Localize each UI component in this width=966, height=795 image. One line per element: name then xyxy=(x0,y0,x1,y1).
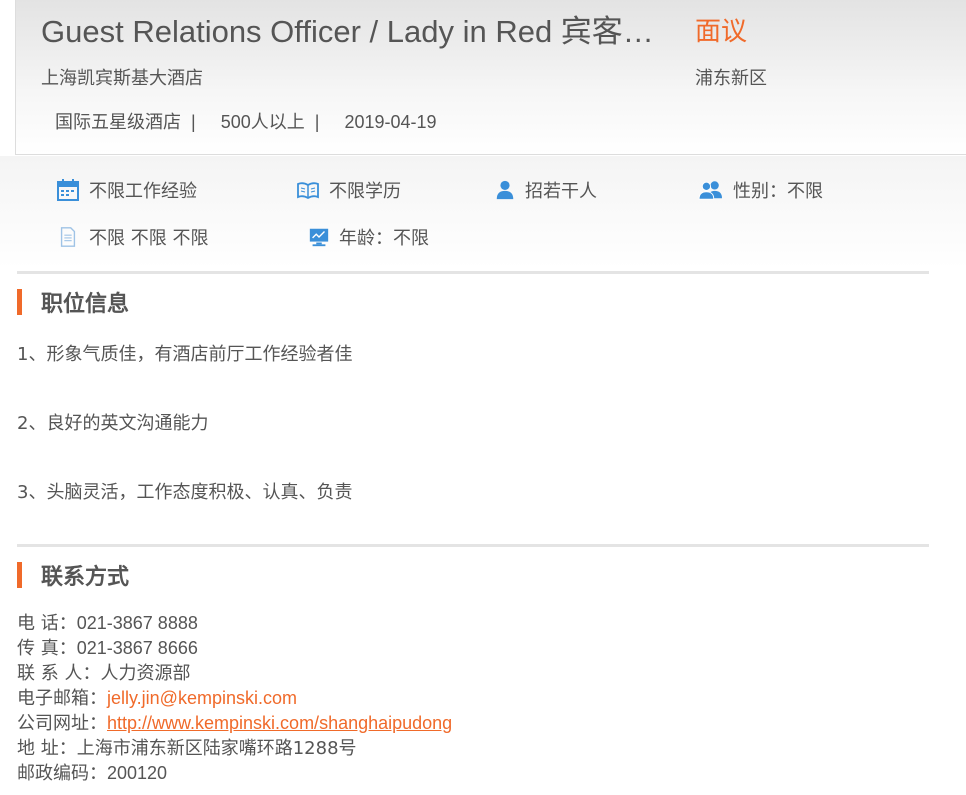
divider xyxy=(17,271,929,274)
contact-website: 公司网址：http://www.kempinski.com/shanghaipu… xyxy=(17,711,452,736)
company-name[interactable]: 上海凯宾斯基大酒店 xyxy=(41,64,203,90)
duty-item: 3、头脑灵活，工作态度积极、认真、负责 xyxy=(17,482,353,503)
company-type: 国际五星级酒店 xyxy=(55,112,181,132)
divider xyxy=(17,544,929,547)
meta-separator: | xyxy=(314,112,320,132)
contact-postcode: 邮政编码：200120 xyxy=(17,761,167,786)
fax-label: 传 真： xyxy=(17,638,77,659)
req-age: 年龄：不限 xyxy=(308,224,429,250)
phone-value: 021-3867 8888 xyxy=(76,613,198,633)
job-title: Guest Relations Officer / Lady in Red 宾客… xyxy=(41,14,661,49)
section-job-info: 职位信息 xyxy=(17,288,130,317)
duty-item: 2、良好的英文沟通能力 xyxy=(17,413,209,434)
website-link[interactable]: http://www.kempinski.com/shanghaipudong xyxy=(107,713,452,733)
calendar-icon xyxy=(57,179,79,201)
req-headcount-label: 招若干人 xyxy=(525,181,597,202)
section-contact: 联系方式 xyxy=(17,561,130,590)
post-date: 2019-04-19 xyxy=(344,112,437,132)
job-location: 浦东新区 xyxy=(695,68,767,89)
req-experience: 不限工作经验 xyxy=(56,177,197,203)
contact-address: 地 址：上海市浦东新区陆家嘴环路1288号 xyxy=(17,736,357,761)
person-label: 联 系 人： xyxy=(17,663,101,684)
book-icon xyxy=(297,182,319,200)
req-experience-label: 不限工作经验 xyxy=(89,181,197,202)
fax-value: 021-3867 8666 xyxy=(76,638,198,658)
email-label: 电子邮箱： xyxy=(17,688,107,709)
contact-phone: 电 话：021-3867 8888 xyxy=(17,611,198,636)
postcode-label: 邮政编码： xyxy=(17,763,107,784)
contact-person: 联 系 人：人力资源部 xyxy=(17,661,190,686)
person-value: 人力资源部 xyxy=(100,663,191,684)
duty-item: 1、形象气质佳，有酒店前厅工作经验者佳 xyxy=(17,344,353,365)
section-accent-bar xyxy=(17,289,22,315)
meta-separator: | xyxy=(191,112,196,132)
section-job-info-title: 职位信息 xyxy=(41,292,130,317)
section-accent-bar xyxy=(17,562,22,588)
phone-label: 电 话： xyxy=(17,613,77,634)
monitor-chart-icon xyxy=(309,228,329,247)
company-size: 500人以上 xyxy=(220,112,305,132)
address-value: 上海市浦东新区陆家嘴环路1288号 xyxy=(76,738,357,759)
document-icon xyxy=(60,227,76,247)
req-other: 不限 不限 不限 xyxy=(58,224,208,250)
section-contact-title: 联系方式 xyxy=(41,565,130,590)
requirements-panel xyxy=(0,156,966,268)
req-gender: 性别：不限 xyxy=(698,177,823,203)
contact-email: 电子邮箱：jelly.jin@kempinski.com xyxy=(17,686,297,711)
req-age-label: 年龄：不限 xyxy=(339,228,429,249)
req-education-label: 不限学历 xyxy=(329,181,401,202)
website-label: 公司网址： xyxy=(17,713,107,734)
contact-fax: 传 真：021-3867 8666 xyxy=(17,636,198,661)
users-icon xyxy=(698,181,722,200)
email-link[interactable]: jelly.jin@kempinski.com xyxy=(107,688,297,708)
address-label: 地 址： xyxy=(17,738,77,759)
postcode-value: 200120 xyxy=(107,763,168,783)
person-icon xyxy=(496,180,514,200)
req-other-label: 不限 不限 不限 xyxy=(89,228,209,249)
job-meta: 国际五星级酒店 | 500人以上 | 2019-04-19 xyxy=(55,108,437,134)
salary: 面议 xyxy=(695,17,748,47)
req-gender-label: 性别：不限 xyxy=(733,181,823,202)
req-headcount: 招若干人 xyxy=(494,177,597,203)
req-education: 不限学历 xyxy=(296,177,401,203)
